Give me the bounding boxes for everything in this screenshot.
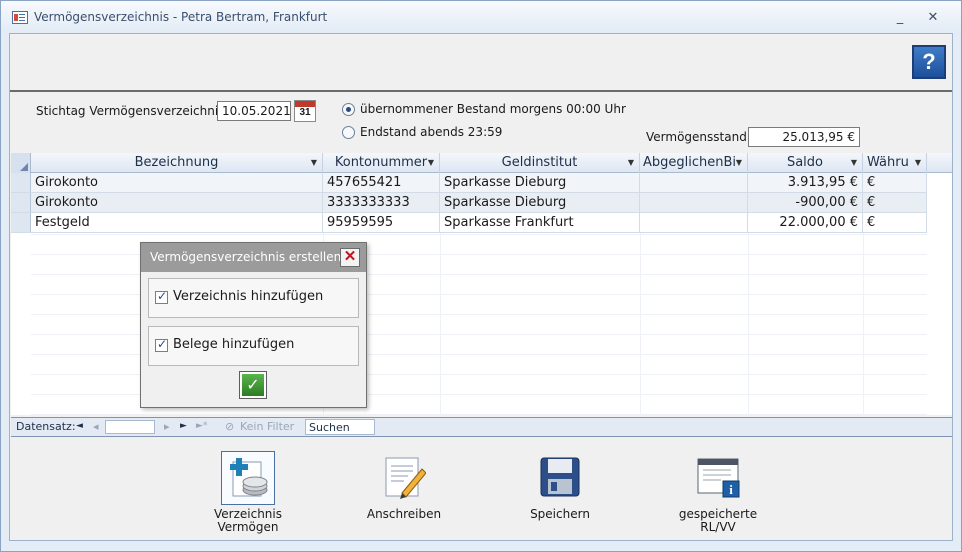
verzeichnis-checkbox-label: Verzeichnis hinzufügen: [173, 289, 324, 304]
cell-geldinstitut[interactable]: Sparkasse Dieburg: [440, 193, 640, 212]
total-label: Vermögensstand:: [646, 130, 751, 144]
record-label: Datensatz:: [16, 420, 76, 433]
radio-endstand-abends[interactable]: [342, 126, 355, 139]
radio-bestand-morgens-label: übernommener Bestand morgens 00:00 Uhr: [360, 102, 626, 116]
grid-line: [748, 233, 749, 415]
gespeicherte-rlvv-label: gespeicherte RL/VV: [678, 507, 758, 534]
anschreiben-button[interactable]: [377, 451, 431, 505]
select-all-corner[interactable]: [11, 153, 31, 173]
filter-toggle[interactable]: Kein Filter: [240, 420, 294, 433]
cell-saldo[interactable]: 3.913,95 €: [748, 173, 863, 192]
row-selector[interactable]: [11, 173, 31, 192]
grid-line: [863, 233, 864, 415]
checkmark-icon: ✓: [242, 374, 264, 396]
cell-bezeichnung[interactable]: Girokonto: [31, 193, 323, 212]
belege-checkbox[interactable]: [155, 337, 168, 352]
verzeichnis-checkbox[interactable]: [155, 289, 168, 304]
cell-kontonummer[interactable]: 3333333333: [323, 193, 440, 212]
record-number-input[interactable]: [105, 420, 155, 434]
cell-abgeglichen[interactable]: [640, 213, 748, 232]
ok-button[interactable]: ✓: [239, 371, 267, 399]
record-navigation-bar: Datensatz: ◄ ◂ ▸ ► ►* ⊘ Kein Filter Such…: [11, 417, 952, 437]
grid-line: [440, 233, 441, 415]
cell-bezeichnung[interactable]: Girokonto: [31, 173, 323, 192]
table-row[interactable]: Festgeld 95959595 Sparkasse Frankfurt 22…: [11, 213, 927, 233]
row-selector[interactable]: [11, 193, 31, 212]
form-icon: [12, 11, 28, 24]
search-input[interactable]: Suchen: [305, 419, 375, 435]
cell-saldo[interactable]: 22.000,00 €: [748, 213, 863, 232]
letter-pencil-icon: [385, 457, 426, 499]
calendar-icon[interactable]: 31: [294, 100, 316, 122]
anschreiben-label: Anschreiben: [366, 507, 442, 521]
verzeichnis-vermoegen-button[interactable]: [221, 451, 275, 505]
total-value-field: 25.013,95 €: [748, 127, 860, 147]
form-header: ?: [10, 34, 952, 90]
cell-kontonummer[interactable]: 95959595: [323, 213, 440, 232]
title-bar: Vermögensverzeichnis - Petra Bertram, Fr…: [1, 1, 961, 33]
dialog-close-button[interactable]: ✕: [340, 248, 360, 267]
dialog-title: Vermögensverzeichnis erstellen: [141, 243, 366, 272]
svg-text:i: i: [729, 482, 733, 497]
speichern-label: Speichern: [530, 507, 590, 521]
row-selector[interactable]: [11, 213, 31, 232]
radio-endstand-abends-label: Endstand abends 23:59: [360, 125, 503, 139]
cell-waehrung[interactable]: €: [863, 173, 927, 192]
button-footer: Verzeichnis Vermögen Anschreiben Speiche…: [10, 439, 952, 540]
verzeichnis-vermoegen-label: Verzeichnis Vermögen: [213, 507, 282, 534]
table-header: Bezeichnung ▼ Kontonummer ▼ Geldinstitut ▼ …: [11, 153, 952, 173]
verzeichnis-option-group: Verzeichnis hinzufügen: [148, 278, 359, 318]
cell-waehrung[interactable]: €: [863, 213, 927, 232]
cell-abgeglichen[interactable]: [640, 193, 748, 212]
grid-line: [640, 233, 641, 415]
cell-waehrung[interactable]: €: [863, 193, 927, 212]
stichtag-label: Stichtag Vermögensverzeichnis:: [36, 104, 229, 118]
last-record-button[interactable]: ►: [180, 421, 187, 431]
speichern-button[interactable]: [533, 451, 587, 505]
column-header-bezeichnung[interactable]: Bezeichnung ▼: [31, 153, 323, 173]
belege-option-group: Belege hinzufügen: [148, 326, 359, 366]
column-header-abgeglichen[interactable]: AbgeglichenBi ▼: [640, 153, 748, 173]
saved-window-info-icon: i: [697, 458, 740, 498]
column-header-geldinstitut[interactable]: Geldinstitut ▼: [440, 153, 640, 173]
cell-geldinstitut[interactable]: Sparkasse Dieburg: [440, 173, 640, 192]
create-inventory-dialog: Vermögensverzeichnis erstellen ✕ Verzeic…: [140, 242, 367, 408]
cell-bezeichnung[interactable]: Festgeld: [31, 213, 323, 232]
cell-geldinstitut[interactable]: Sparkasse Frankfurt: [440, 213, 640, 232]
window-title: Vermögensverzeichnis - Petra Bertram, Fr…: [34, 10, 328, 24]
column-header-saldo[interactable]: Saldo ▼: [748, 153, 863, 173]
help-button[interactable]: ?: [912, 45, 946, 79]
header-divider: [10, 90, 952, 92]
first-record-button[interactable]: ◄: [76, 421, 83, 431]
prev-record-button[interactable]: ◂: [93, 420, 99, 433]
form-content: ? Stichtag Vermögensverzeichnis: 10.05.2…: [9, 33, 953, 541]
cell-kontonummer[interactable]: 457655421: [323, 173, 440, 192]
close-button[interactable]: ✕: [922, 9, 944, 27]
gespeicherte-rlvv-button[interactable]: i: [691, 451, 745, 505]
minimize-button[interactable]: _: [889, 9, 911, 27]
new-record-button[interactable]: ►*: [196, 421, 207, 431]
table-row[interactable]: Girokonto 457655421 Sparkasse Dieburg 3.…: [11, 173, 927, 193]
cell-saldo[interactable]: -900,00 €: [748, 193, 863, 212]
table-row[interactable]: Girokonto 3333333333 Sparkasse Dieburg -…: [11, 193, 927, 213]
belege-checkbox-label: Belege hinzufügen: [173, 337, 295, 352]
stichtag-date-field[interactable]: 10.05.2021: [217, 101, 291, 121]
column-header-waehrung[interactable]: Währu ▼: [863, 153, 927, 173]
column-header-kontonummer[interactable]: Kontonummer ▼: [323, 153, 440, 173]
cell-abgeglichen[interactable]: [640, 173, 748, 192]
app-window: Vermögensverzeichnis - Petra Bertram, Fr…: [0, 0, 962, 552]
floppy-disk-icon: [540, 457, 580, 497]
radio-bestand-morgens[interactable]: [342, 103, 355, 116]
document-add-coins-icon: [230, 458, 268, 497]
filter-icon: ⊘: [225, 420, 235, 433]
next-record-button[interactable]: ▸: [164, 420, 170, 433]
